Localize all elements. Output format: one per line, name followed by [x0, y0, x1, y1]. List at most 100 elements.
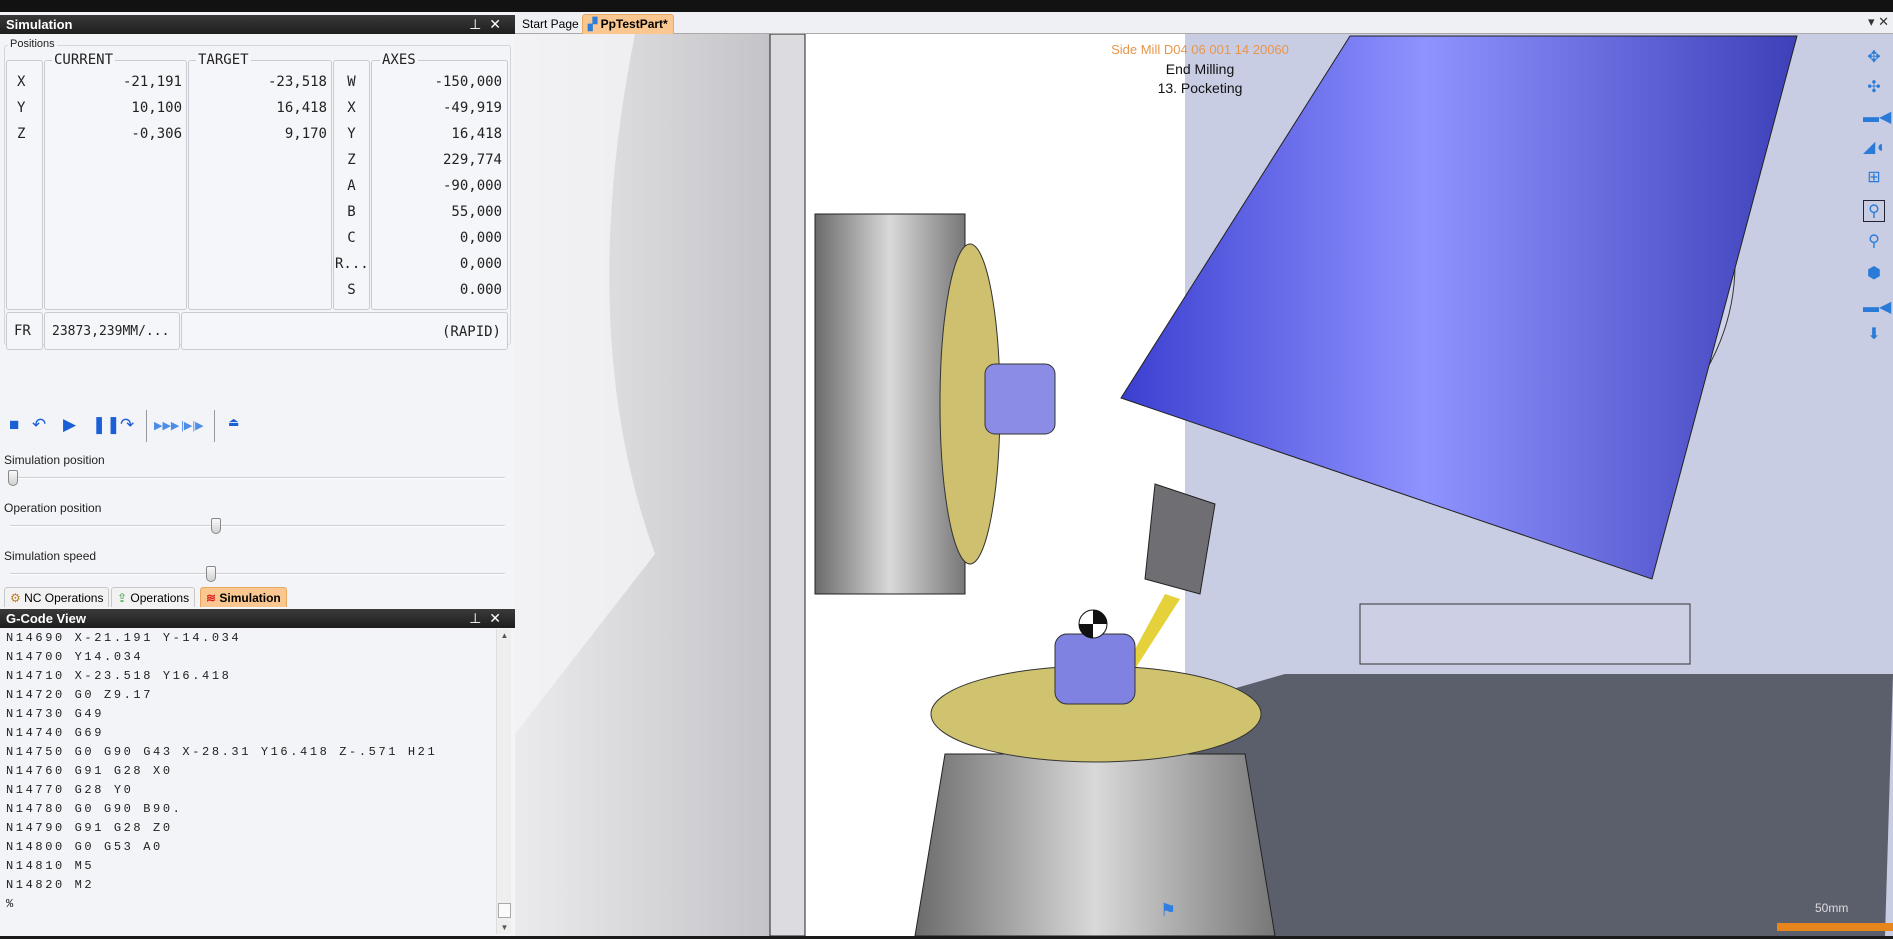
part-icon: ▞	[588, 17, 598, 31]
step-back-icon: ↶	[32, 415, 47, 434]
simulation-viewport[interactable]: Side Mill D04 06 001 14 20060 End Millin…	[515, 34, 1893, 936]
target-column	[188, 60, 332, 310]
machine-axis-label: W	[347, 74, 356, 90]
gcode-line: N14780 G0 G90 B90.	[6, 802, 183, 816]
camera-icon[interactable]: ▬◀	[1863, 107, 1891, 129]
machine-axis-value: 229,774	[442, 152, 502, 168]
target-value: 16,418	[276, 100, 327, 116]
gcode-line: N14720 G0 Z9.17	[6, 688, 154, 702]
gcode-line: N14710 X-23.518 Y16.418	[6, 669, 232, 683]
pan-icon[interactable]: ✥	[1863, 47, 1885, 69]
fast-forward-button[interactable]: ▶▶▶	[154, 416, 179, 436]
tool-holder	[1144, 483, 1216, 595]
simulation-panel: Simulation ⊥✕ Positions CURRENT TARGET A…	[0, 12, 515, 609]
slider-thumb[interactable]	[210, 518, 221, 534]
tab-label: PpTestPart*	[600, 17, 668, 31]
fast-forward-icon: ▶▶▶	[154, 420, 180, 432]
gcode-text[interactable]: N14690 X-21.191 Y-14.034 N14700 Y14.034 N1…	[6, 629, 437, 914]
document-tab-strip: Start Page ▞ PpTestPart* ▾ ✕	[515, 12, 1893, 34]
scroll-thumb[interactable]	[498, 903, 511, 918]
step-forward-button[interactable]: ↷	[120, 415, 134, 435]
axis-label: Z	[17, 126, 26, 142]
close-icon[interactable]: ✕	[489, 16, 509, 32]
machine-axis-label: A	[347, 178, 356, 194]
coordinate-system-icon: ⚑	[1160, 900, 1177, 920]
gcode-line: N14740 G69	[6, 726, 105, 740]
tab-operations[interactable]: ⇪ Operations	[111, 587, 196, 607]
step-forward-icon: ↷	[120, 415, 135, 434]
window-top-bar	[0, 0, 1893, 12]
slider-label: Operation position	[4, 501, 102, 515]
gcode-line: N14790 G91 G28 Z0	[6, 821, 173, 835]
zoom-icon[interactable]: ⚲	[1863, 231, 1885, 253]
current-value: -0,306	[131, 126, 182, 142]
machine-axis-label: C	[347, 230, 356, 246]
tab-nc-operations[interactable]: ⚙ NC Operations	[4, 587, 110, 607]
pin-icon[interactable]: ⊥	[469, 610, 489, 626]
current-column	[44, 60, 187, 310]
workpiece-horizontal	[984, 363, 1056, 435]
zoom-window-icon[interactable]: ⚲	[1863, 200, 1885, 222]
close-icon[interactable]: ✕	[489, 610, 509, 626]
next-operation-button[interactable]: |▶|▶	[181, 416, 204, 436]
tab-label: NC Operations	[24, 591, 104, 605]
gcode-line: N14750 G0 G90 G43 X-28.31 Y16.418 Z-.571…	[6, 745, 438, 759]
scroll-down-icon[interactable]: ▼	[497, 923, 512, 932]
pause-icon: ❚❚	[92, 415, 121, 434]
rotate-icon[interactable]: ✣	[1863, 77, 1885, 99]
export-icon[interactable]: ⬇	[1863, 324, 1885, 346]
split-view-icon[interactable]: ⊞	[1863, 167, 1885, 189]
camera-tilt-icon[interactable]: ◢◖	[1863, 137, 1885, 159]
panel-title-text: Simulation	[6, 17, 73, 32]
scale-label: 50mm	[1815, 901, 1849, 915]
machine-axis-value: 16,418	[451, 126, 502, 142]
play-button[interactable]: ▶	[63, 415, 76, 435]
tab-start-page[interactable]: Start Page	[518, 15, 583, 33]
panel-title-text: G-Code View	[6, 611, 86, 626]
current-header: CURRENT	[52, 52, 116, 68]
gcode-line: N14690 X-21.191 Y-14.034	[6, 631, 242, 645]
slider-operation-position[interactable]	[10, 518, 505, 534]
machine-axis-value: 0,000	[459, 230, 502, 246]
simulation-panel-title: Simulation ⊥✕	[0, 15, 515, 34]
operation-name-label: 13. Pocketing	[1157, 80, 1243, 96]
machine-axis-label: R...	[335, 256, 369, 272]
stop-button[interactable]: ■	[9, 415, 19, 435]
tool-label: Side Mill D04 06 001 14 20060	[1111, 42, 1289, 57]
gcode-scrollbar[interactable]: ▲ ▼	[496, 629, 511, 934]
tab-simulation[interactable]: ≋ Simulation	[200, 587, 287, 607]
operation-type-label: End Milling	[1165, 61, 1235, 77]
camera-front-icon[interactable]: ▬◀	[1863, 297, 1891, 319]
motion-mode-value: (RAPID)	[441, 324, 501, 340]
axis-label: Y	[17, 100, 26, 116]
view-cube-icon[interactable]: ⬢	[1863, 263, 1885, 285]
gcode-line: N14820 M2	[6, 878, 95, 892]
dropdown-icon[interactable]: ▾	[1868, 14, 1875, 29]
pause-button[interactable]: ❚❚	[92, 415, 121, 435]
tab-pptestpart[interactable]: ▞ PpTestPart*	[582, 14, 674, 34]
tab-menu-close[interactable]: ▾ ✕	[1868, 14, 1889, 30]
machine-axis-value: 55,000	[451, 204, 502, 220]
slider-simulation-position[interactable]	[8, 470, 505, 486]
slider-thumb[interactable]	[206, 566, 216, 582]
spindle-cylinder	[1120, 35, 1798, 580]
step-back-button[interactable]: ↶	[32, 415, 46, 435]
tab-label: Simulation	[219, 591, 281, 605]
slider-simulation-speed[interactable]	[10, 566, 505, 582]
machine-axis-label: S	[347, 282, 356, 298]
machine-axis-value: -90,000	[442, 178, 502, 194]
axes-header: AXES	[380, 52, 418, 68]
gcode-panel: G-Code View ⊥✕ N14690 X-21.191 Y-14.034 N…	[0, 609, 515, 936]
pin-icon[interactable]: ⊥	[469, 16, 489, 32]
machine-3d-scene	[515, 34, 1893, 936]
nc-operations-icon: ⚙	[10, 591, 21, 605]
close-icon[interactable]: ✕	[1878, 14, 1889, 29]
slider-thumb[interactable]	[8, 470, 18, 486]
eject-button[interactable]: ⏏	[228, 412, 239, 432]
fr-label: FR	[14, 323, 31, 339]
scroll-up-icon[interactable]: ▲	[497, 631, 512, 640]
gcode-line: N14730 G49	[6, 707, 105, 721]
current-value: 10,100	[131, 100, 182, 116]
slider-label: Simulation position	[4, 453, 105, 467]
gcode-panel-title: G-Code View ⊥✕	[0, 609, 515, 628]
